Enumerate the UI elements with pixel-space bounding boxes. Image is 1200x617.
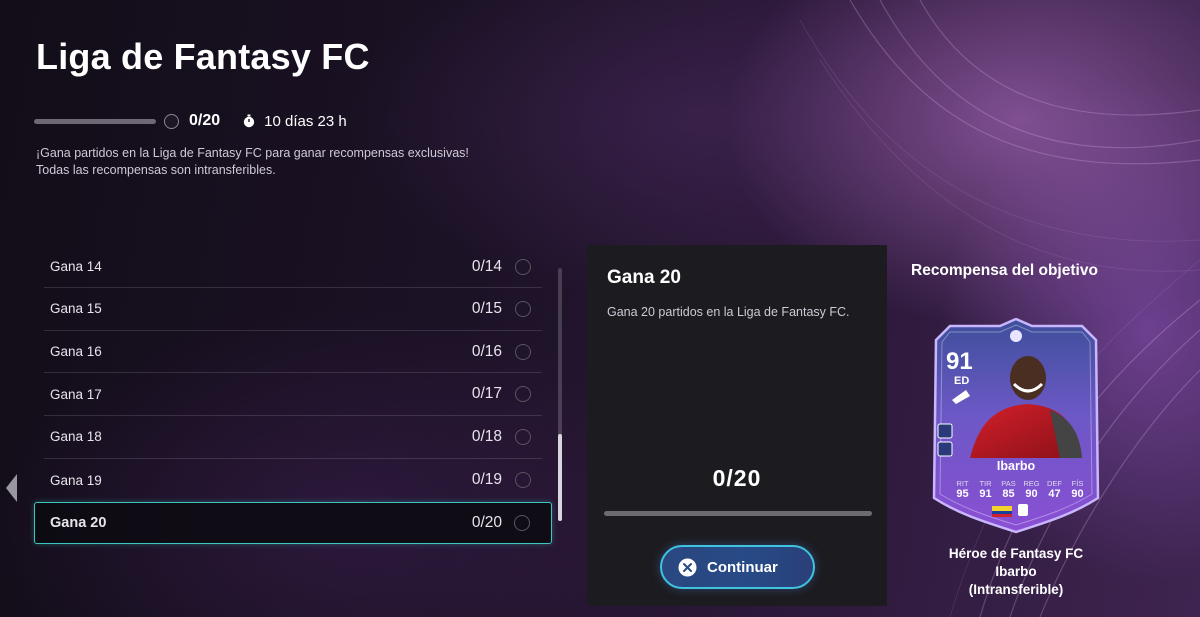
page-description: ¡Gana partidos en la Liga de Fantasy FC … <box>36 145 469 179</box>
detail-description: Gana 20 partidos en la Liga de Fantasy F… <box>607 305 850 319</box>
player-head <box>1010 356 1046 400</box>
objective-count: 0/16 <box>471 342 502 360</box>
objective-status-circle <box>515 386 531 403</box>
objective-row-19[interactable]: Gana 19 0/19 <box>44 459 542 502</box>
objective-row-17[interactable]: Gana 17 0/17 <box>44 373 542 417</box>
chemistry-icon <box>937 423 953 439</box>
detail-progress-value: 0/20 <box>712 465 762 491</box>
objective-status-circle <box>515 300 531 317</box>
reward-heading: Recompensa del objetivo <box>911 262 1098 279</box>
club-badge-icon <box>1010 330 1022 342</box>
reward-caption: Héroe de Fantasy FC Ibarbo (Intransferib… <box>916 545 1116 599</box>
page-title: Liga de Fantasy FC <box>36 36 370 77</box>
stat-item: REG 90 <box>1020 479 1043 500</box>
continue-button-label: Continuar <box>707 558 778 576</box>
list-scrollbar-thumb[interactable] <box>558 434 562 521</box>
card-position: ED <box>954 375 970 387</box>
reward-caption-line: (Intransferible) <box>968 582 1064 597</box>
stat-key: DEF <box>1047 479 1062 488</box>
objective-row-14[interactable]: Gana 14 0/14 <box>44 246 542 288</box>
stat-value: 91 <box>979 488 992 500</box>
stat-key: TIR <box>979 479 992 488</box>
stat-key: FÍS <box>1071 479 1084 488</box>
objective-row-18[interactable]: Gana 18 0/18 <box>44 416 542 459</box>
stat-value: 47 <box>1048 488 1061 500</box>
objective-row-15[interactable]: Gana 15 0/15 <box>44 288 542 331</box>
objective-count: 0/14 <box>471 257 502 275</box>
description-line: Todas las recompensas son intransferible… <box>36 163 276 177</box>
objective-label: Gana 19 <box>50 472 102 488</box>
detail-progress-bar <box>604 511 872 516</box>
objective-status-circle <box>515 258 531 275</box>
objective-status-circle <box>515 428 531 445</box>
chevron-left-icon[interactable] <box>6 474 17 502</box>
stat-item: FÍS 90 <box>1066 479 1089 500</box>
objective-count: 0/17 <box>471 385 502 403</box>
stat-item: PAS 85 <box>997 479 1020 500</box>
stat-value: 85 <box>1002 488 1015 500</box>
objective-label: Gana 18 <box>50 429 102 445</box>
objective-label: Gana 16 <box>50 344 102 360</box>
overall-progress: 0/20 10 días 23 h <box>34 110 347 132</box>
objective-row-20-selected[interactable]: Gana 20 0/20 <box>34 502 552 544</box>
stat-value: 90 <box>1025 488 1038 500</box>
objective-count: 0/15 <box>471 299 502 317</box>
league-badge-icon <box>1018 504 1028 516</box>
card-player-name: Ibarbo <box>996 459 1036 473</box>
objective-count: 0/20 <box>471 514 502 531</box>
stat-key: REG <box>1023 479 1040 488</box>
objective-status-circle <box>515 343 531 360</box>
close-circle-icon <box>678 558 697 576</box>
stat-key: PAS <box>1001 479 1016 488</box>
objective-label: Gana 15 <box>50 301 102 317</box>
stat-item: TIR 91 <box>974 479 997 500</box>
stat-item: DEF 47 <box>1043 479 1066 500</box>
stat-item: RIT 95 <box>951 479 974 500</box>
objective-status-circle <box>514 515 530 531</box>
objective-list: Gana 14 0/14 Gana 15 0/15 Gana 16 0/16 G… <box>34 246 552 544</box>
detail-title: Gana 20 <box>607 267 681 288</box>
continue-button[interactable]: Continuar <box>660 545 815 589</box>
stat-value: 90 <box>1071 488 1084 500</box>
objective-label: Gana 20 <box>50 515 107 531</box>
card-stats: RIT 95 TIR 91 PAS 85 REG 90 DEF 47 FÍS 9… <box>951 479 1089 500</box>
flag-icon <box>992 506 1012 517</box>
playstyle-icon <box>937 441 953 457</box>
stopwatch-icon <box>243 114 255 128</box>
card-rating: 91 <box>946 348 973 375</box>
objective-status-circle <box>515 472 531 489</box>
reward-caption-line: Ibarbo <box>995 564 1037 579</box>
progress-end-circle <box>164 113 179 129</box>
overall-progress-bar <box>34 118 156 124</box>
objective-count: 0/19 <box>471 471 502 489</box>
stat-value: 95 <box>956 488 969 500</box>
reward-caption-line: Héroe de Fantasy FC <box>948 546 1084 561</box>
objective-count: 0/18 <box>471 427 502 445</box>
objective-label: Gana 14 <box>50 259 102 274</box>
time-remaining: 10 días 23 h <box>264 112 347 130</box>
description-line: ¡Gana partidos en la Liga de Fantasy FC … <box>36 146 469 160</box>
objective-label: Gana 17 <box>50 386 102 402</box>
objective-row-16[interactable]: Gana 16 0/16 <box>44 331 542 374</box>
overall-progress-value: 0/20 <box>189 112 221 129</box>
stat-key: RIT <box>956 479 969 488</box>
